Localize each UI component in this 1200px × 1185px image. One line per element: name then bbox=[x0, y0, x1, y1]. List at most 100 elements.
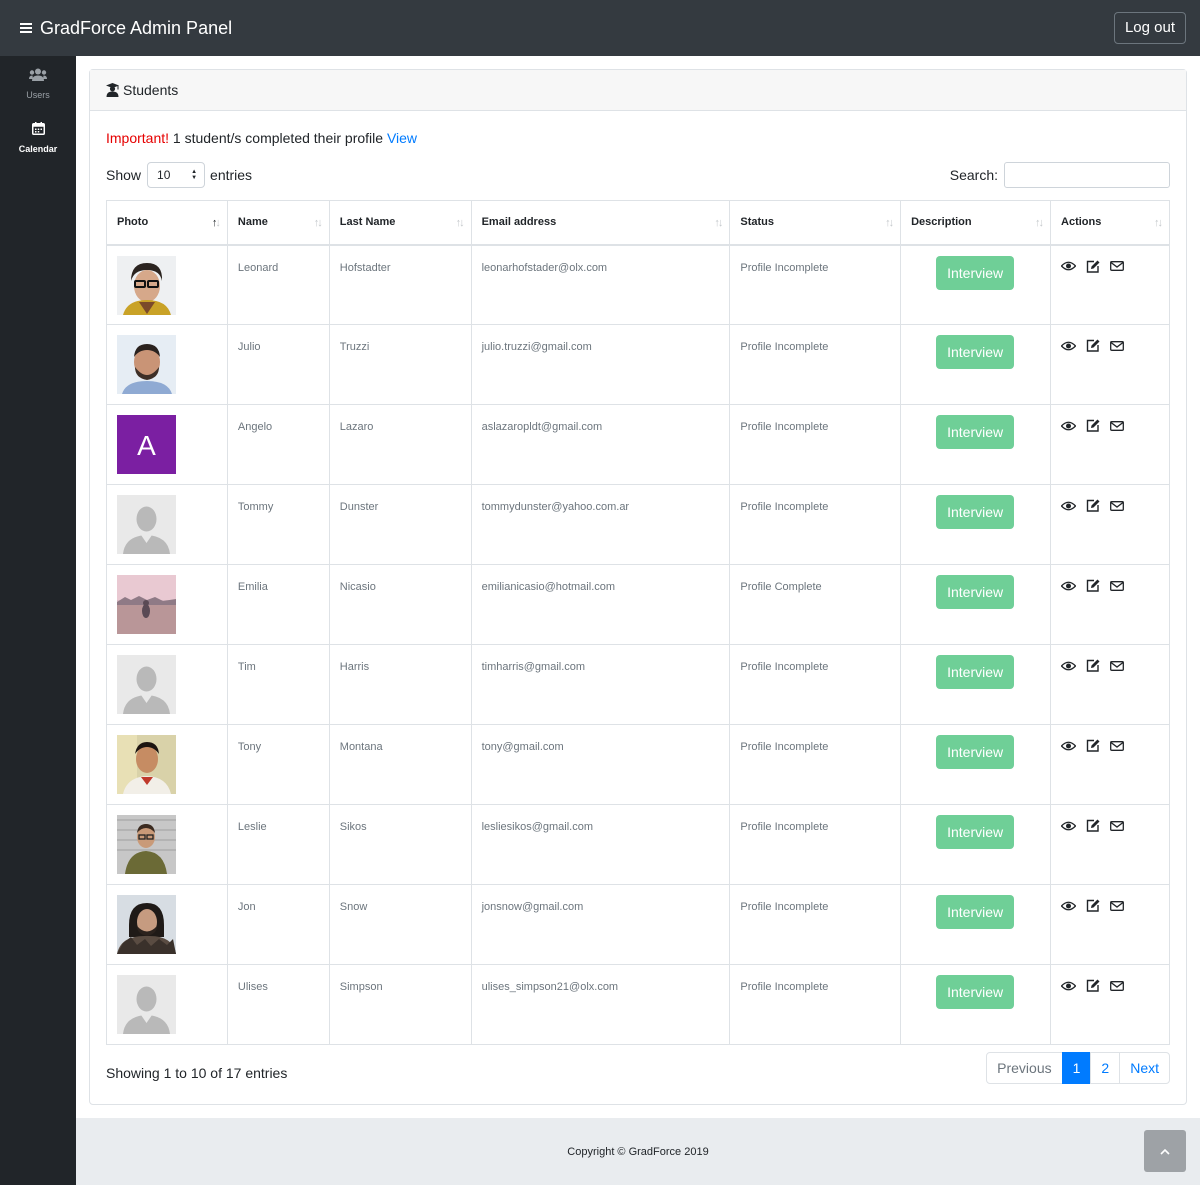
mail-icon[interactable] bbox=[1110, 740, 1124, 751]
cell-email: tommydunster@yahoo.com.ar bbox=[470, 484, 731, 565]
mail-icon[interactable] bbox=[1110, 261, 1124, 271]
sort-asc-icon: ↑↓ bbox=[211, 217, 221, 229]
pagination-previous[interactable]: Previous bbox=[986, 1052, 1063, 1084]
edit-icon[interactable] bbox=[1086, 979, 1100, 992]
interview-button[interactable]: Interview bbox=[936, 815, 1015, 849]
hamburger-icon[interactable] bbox=[20, 23, 32, 33]
cell-email: timharris@gmail.com bbox=[470, 644, 731, 725]
entries-select[interactable]: 10 ▲ ▼ bbox=[147, 162, 206, 188]
interview-button[interactable]: Interview bbox=[936, 735, 1015, 769]
avatar: A bbox=[117, 415, 176, 474]
view-icon[interactable] bbox=[1061, 821, 1077, 831]
column-header-photo[interactable]: Photo ↑↓ bbox=[106, 200, 228, 246]
mail-icon[interactable] bbox=[1110, 420, 1124, 431]
sidebar-item-calendar[interactable]: Calendar bbox=[0, 110, 76, 164]
logout-button[interactable]: Log out bbox=[1113, 12, 1186, 44]
notice-important: Important! bbox=[106, 130, 170, 146]
table-row: Tim Harris timharris@gmail.com Profile Inco… bbox=[106, 644, 1170, 725]
cell-status: Profile Incomplete bbox=[729, 244, 902, 325]
column-header-actions[interactable]: Actions ↑↓ bbox=[1050, 200, 1170, 246]
avatar bbox=[117, 815, 176, 874]
interview-button[interactable]: Interview bbox=[936, 255, 1015, 290]
cell-description: Interview bbox=[900, 724, 1052, 805]
top-navbar: GradForce Admin Panel Log out bbox=[0, 0, 1200, 56]
edit-icon[interactable] bbox=[1086, 339, 1100, 352]
cell-name: Angelo bbox=[226, 404, 330, 485]
edit-icon[interactable] bbox=[1086, 499, 1100, 512]
cell-actions bbox=[1050, 804, 1170, 885]
view-icon[interactable] bbox=[1061, 421, 1077, 431]
interview-button[interactable]: Interview bbox=[936, 335, 1015, 369]
users-icon bbox=[29, 68, 47, 86]
cell-description: Interview bbox=[900, 404, 1052, 485]
notice-view-link[interactable]: View bbox=[387, 130, 417, 146]
cell-name: Emilia bbox=[226, 564, 330, 645]
interview-button[interactable]: Interview bbox=[936, 655, 1015, 689]
avatar bbox=[117, 335, 176, 394]
edit-icon[interactable] bbox=[1086, 659, 1100, 672]
cell-photo bbox=[106, 244, 228, 325]
table-info: Showing 1 to 10 of 17 entries bbox=[106, 1065, 288, 1081]
cell-description: Interview bbox=[900, 484, 1052, 565]
cell-last-name: Simpson bbox=[328, 964, 472, 1045]
cell-email: leonarhofstader@olx.com bbox=[470, 244, 731, 325]
brand[interactable]: GradForce Admin Panel bbox=[20, 18, 232, 39]
edit-icon[interactable] bbox=[1086, 419, 1100, 432]
column-header-status[interactable]: Status ↑↓ bbox=[729, 200, 902, 246]
scroll-to-top-button[interactable] bbox=[1144, 1130, 1186, 1172]
mail-icon[interactable] bbox=[1110, 900, 1124, 911]
mail-icon[interactable] bbox=[1110, 340, 1124, 351]
sidebar-item-users[interactable]: Users bbox=[0, 56, 76, 110]
interview-button[interactable]: Interview bbox=[936, 575, 1015, 609]
view-icon[interactable] bbox=[1061, 341, 1077, 351]
table-row: Tommy Dunster tommydunster@yahoo.com.ar Pro… bbox=[106, 484, 1170, 565]
column-header-name[interactable]: Name ↑↓ bbox=[226, 200, 330, 246]
edit-icon[interactable] bbox=[1086, 260, 1100, 273]
view-icon[interactable] bbox=[1061, 741, 1077, 751]
table-row: Ulises Simpson ulises_simpson21@olx.com Pro… bbox=[106, 964, 1170, 1045]
edit-icon[interactable] bbox=[1086, 739, 1100, 752]
interview-button[interactable]: Interview bbox=[936, 415, 1015, 449]
table-header-row: Photo ↑↓ Name ↑↓ Last Name ↑↓ Email address… bbox=[106, 200, 1170, 246]
pagination-next[interactable]: Next bbox=[1119, 1052, 1170, 1084]
pagination-page-1[interactable]: 1 bbox=[1061, 1052, 1092, 1084]
search-input[interactable] bbox=[1004, 162, 1170, 188]
cell-status: Profile Incomplete bbox=[729, 404, 902, 485]
column-header-last-name[interactable]: Last Name ↑↓ bbox=[328, 200, 472, 246]
edit-icon[interactable] bbox=[1086, 899, 1100, 912]
sort-icon: ↑↓ bbox=[1035, 217, 1044, 229]
sort-icon: ↑↓ bbox=[313, 217, 323, 229]
pagination-page-2[interactable]: 2 bbox=[1090, 1052, 1121, 1084]
mail-icon[interactable] bbox=[1110, 580, 1124, 591]
mail-icon[interactable] bbox=[1110, 500, 1124, 511]
view-icon[interactable] bbox=[1061, 661, 1077, 671]
view-icon[interactable] bbox=[1061, 981, 1077, 991]
cell-photo: A bbox=[106, 404, 228, 485]
cell-photo bbox=[106, 564, 228, 645]
view-icon[interactable] bbox=[1061, 261, 1077, 271]
search-box: Search: bbox=[950, 162, 1170, 188]
mail-icon[interactable] bbox=[1110, 820, 1124, 831]
cell-description: Interview bbox=[900, 884, 1052, 965]
calendar-icon bbox=[31, 122, 45, 140]
cell-description: Interview bbox=[900, 324, 1052, 405]
view-icon[interactable] bbox=[1061, 901, 1077, 911]
interview-button[interactable]: Interview bbox=[936, 975, 1015, 1009]
interview-button[interactable]: Interview bbox=[936, 895, 1015, 929]
view-icon[interactable] bbox=[1061, 501, 1077, 511]
cell-last-name: Harris bbox=[328, 644, 472, 725]
view-icon[interactable] bbox=[1061, 581, 1077, 591]
edit-icon[interactable] bbox=[1086, 579, 1100, 592]
cell-last-name: Nicasio bbox=[328, 564, 472, 645]
pagination: Previous 1 2 Next bbox=[986, 1052, 1170, 1084]
column-header-description[interactable]: Description ↑↓ bbox=[900, 200, 1052, 246]
column-header-email[interactable]: Email address ↑↓ bbox=[470, 200, 731, 246]
cell-email: aslazaropldt@gmail.com bbox=[470, 404, 731, 485]
mail-icon[interactable] bbox=[1110, 980, 1124, 991]
interview-button[interactable]: Interview bbox=[936, 495, 1015, 529]
cell-name: Tony bbox=[226, 724, 330, 805]
mail-icon[interactable] bbox=[1110, 660, 1124, 671]
notice-text: 1 student/s completed their profile bbox=[169, 130, 387, 146]
cell-description: Interview bbox=[900, 564, 1052, 645]
edit-icon[interactable] bbox=[1086, 819, 1100, 832]
